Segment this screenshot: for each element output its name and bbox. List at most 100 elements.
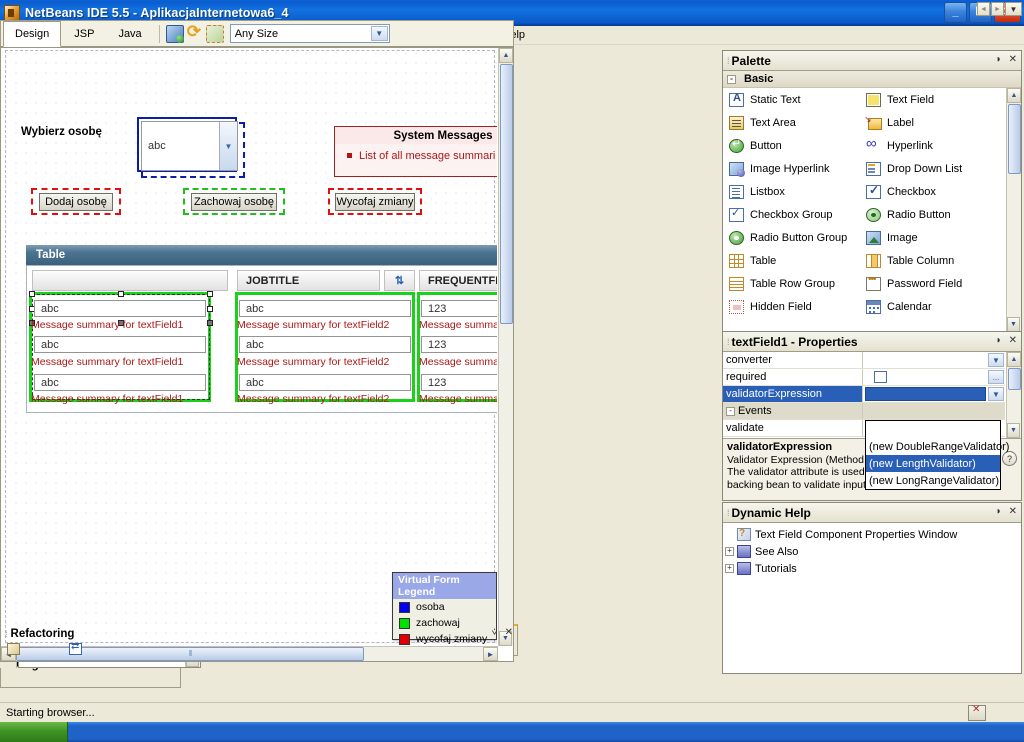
- chevron-down-icon[interactable]: ▼: [219, 122, 237, 170]
- person-dropdown[interactable]: abc ▼: [141, 121, 238, 171]
- resize-handle-se[interactable]: [207, 320, 213, 326]
- scroll-thumb[interactable]: [1008, 368, 1021, 390]
- resize-handle-n[interactable]: [118, 291, 124, 297]
- resize-handle-e[interactable]: [207, 306, 213, 312]
- table-cell-input-r1c2[interactable]: abc: [239, 300, 411, 317]
- palette-item-text-area[interactable]: Text Area: [729, 111, 796, 134]
- properties-float-button[interactable]: ◗: [996, 335, 1002, 346]
- scroll-up-arrow[interactable]: ▲: [1007, 352, 1021, 367]
- dynamic-help-tree[interactable]: Text Field Component Properties Window + S…: [723, 523, 1021, 673]
- refactoring-minimize-button[interactable]: ⩒: [492, 627, 498, 638]
- validator-expression-dropdown-list[interactable]: (new DoubleRangeValidator) (new LengthVal…: [865, 420, 1009, 490]
- palette-category-basic[interactable]: - Basic: [723, 71, 1021, 88]
- scroll-down-arrow[interactable]: ▼: [1007, 317, 1020, 332]
- dynamic-help-close-button[interactable]: ✕: [1009, 506, 1017, 517]
- property-value[interactable]: [863, 403, 1005, 419]
- refresh-icon[interactable]: [186, 22, 204, 43]
- palette-items[interactable]: Static Text Text Field Text Area Label Butto…: [723, 88, 1005, 332]
- table-cell-input-r2c2[interactable]: abc: [239, 336, 411, 353]
- button-wycofaj-zmiany[interactable]: Wycofaj zmiany: [335, 193, 415, 211]
- size-selector[interactable]: Any Size ▼: [229, 24, 390, 43]
- property-value[interactable]: ...: [863, 369, 1005, 385]
- table-cell-input-r2c1[interactable]: abc: [34, 336, 206, 353]
- collapse-icon[interactable]: -: [727, 74, 736, 84]
- properties-close-button[interactable]: ✕: [1009, 335, 1017, 346]
- palette-item-calendar[interactable]: Calendar: [866, 295, 932, 318]
- button-dodaj-osobe[interactable]: Dodaj osobę: [39, 193, 113, 211]
- palette-item-listbox[interactable]: Listbox: [729, 180, 785, 203]
- properties-vscrollbar[interactable]: ▲ ▼: [1006, 352, 1021, 438]
- canvas-vscrollbar[interactable]: ▲ ▼: [498, 48, 513, 646]
- resize-handle-nw[interactable]: [29, 291, 35, 297]
- dynamic-help-item[interactable]: Text Field Component Properties Window: [723, 526, 1021, 543]
- palette-vscrollbar[interactable]: ▲ ▼: [1006, 88, 1021, 332]
- view-tab-jsp[interactable]: JSP: [63, 21, 105, 46]
- dynamic-help-item[interactable]: + See Also: [723, 543, 1021, 560]
- dropdown-option[interactable]: (new LongRangeValidator): [866, 472, 1000, 489]
- palette-item-checkbox[interactable]: Checkbox: [866, 180, 936, 203]
- palette-item-hidden-field[interactable]: Hidden Field: [729, 295, 812, 318]
- start-button[interactable]: [0, 722, 68, 742]
- button-zachowaj-osobe[interactable]: Zachowaj osobę: [191, 193, 277, 211]
- palette-item-label[interactable]: Label: [864, 111, 914, 134]
- table-cell-input-r1c1[interactable]: abc: [34, 300, 206, 317]
- tab-prev-button[interactable]: ◄: [977, 2, 990, 16]
- palette-item-button[interactable]: Button: [729, 134, 782, 157]
- palette-item-static-text[interactable]: Static Text: [729, 88, 801, 111]
- palette-item-image[interactable]: Image: [866, 226, 918, 249]
- ellipsis-button[interactable]: ...: [988, 370, 1004, 384]
- dropdown-option[interactable]: [866, 421, 1000, 438]
- refactoring-close-button[interactable]: ✕: [505, 627, 513, 638]
- palette-item-hyperlink[interactable]: Hyperlink: [866, 134, 933, 157]
- view-tab-design[interactable]: Design: [3, 21, 62, 47]
- property-value[interactable]: ▼: [863, 352, 1005, 368]
- resize-handle-ne[interactable]: [207, 291, 213, 297]
- table-column-sort-button[interactable]: ⇅: [384, 270, 415, 291]
- property-row-converter[interactable]: converter ▼: [723, 352, 1005, 369]
- palette-item-text-field[interactable]: Text Field: [866, 88, 934, 111]
- palette-item-image-hyperlink[interactable]: Image Hyperlink: [729, 157, 829, 180]
- palette-item-radio-button-group[interactable]: Radio Button Group: [729, 226, 847, 249]
- chevron-down-icon[interactable]: ▼: [988, 387, 1004, 401]
- palette-item-password-field[interactable]: Password Field: [866, 272, 962, 295]
- scroll-thumb[interactable]: [1008, 104, 1021, 174]
- dropdown-option[interactable]: (new LengthValidator): [866, 455, 1000, 472]
- palette-close-button[interactable]: ✕: [1009, 54, 1017, 65]
- design-canvas[interactable]: Wybierz osobę abc ▼ System Messages List…: [1, 48, 497, 645]
- scroll-thumb[interactable]: [500, 64, 513, 324]
- dynamic-help-float-button[interactable]: ◗: [996, 506, 1002, 517]
- help-button[interactable]: ?: [1002, 451, 1017, 466]
- dropdown-option[interactable]: (new DoubleRangeValidator): [866, 438, 1009, 455]
- validator-expression-input[interactable]: [865, 387, 986, 401]
- minimize-button[interactable]: _: [944, 2, 967, 23]
- required-checkbox[interactable]: [874, 371, 887, 383]
- chevron-down-icon[interactable]: ▼: [370, 26, 388, 41]
- chevron-down-icon[interactable]: ▼: [988, 353, 1004, 367]
- property-value[interactable]: ▼: [863, 386, 1005, 402]
- table-cell-input-r1c3[interactable]: 123: [421, 300, 497, 317]
- scroll-up-arrow[interactable]: ▲: [499, 48, 513, 63]
- table-cell-input-r3c2[interactable]: abc: [239, 374, 411, 391]
- palette-item-table-column[interactable]: Table Column: [866, 249, 954, 272]
- palette-item-table[interactable]: Table: [729, 249, 776, 272]
- property-row-required[interactable]: required...: [723, 369, 1005, 386]
- palette-item-radio-button[interactable]: Radio Button: [866, 203, 951, 226]
- tab-next-button[interactable]: ►: [991, 2, 1004, 16]
- property-row-validatorexpression[interactable]: validatorExpression ▼: [723, 386, 1005, 403]
- table-cell-input-r3c1[interactable]: abc: [34, 374, 206, 391]
- dynamic-help-item[interactable]: + Tutorials: [723, 560, 1021, 577]
- scroll-up-arrow[interactable]: ▲: [1007, 88, 1021, 103]
- collapse-icon[interactable]: -: [726, 406, 735, 416]
- palette-item-checkbox-group[interactable]: Checkbox Group: [729, 203, 833, 226]
- scroll-down-arrow[interactable]: ▼: [1007, 423, 1020, 438]
- property-row-events[interactable]: - Events: [723, 403, 1005, 420]
- table-cell-input-r2c3[interactable]: 123: [421, 336, 497, 353]
- expand-icon[interactable]: +: [725, 564, 734, 573]
- palette-float-button[interactable]: ◗: [996, 54, 1002, 65]
- palette-item-drop-down-list[interactable]: Drop Down List: [866, 157, 962, 180]
- scroll-right-arrow[interactable]: ►: [483, 647, 498, 661]
- view-tab-java[interactable]: Java: [107, 21, 152, 46]
- expand-icon[interactable]: +: [725, 547, 734, 556]
- table-cell-input-r3c3[interactable]: 123: [421, 374, 497, 391]
- tab-list-dropdown[interactable]: ▼: [1005, 2, 1022, 16]
